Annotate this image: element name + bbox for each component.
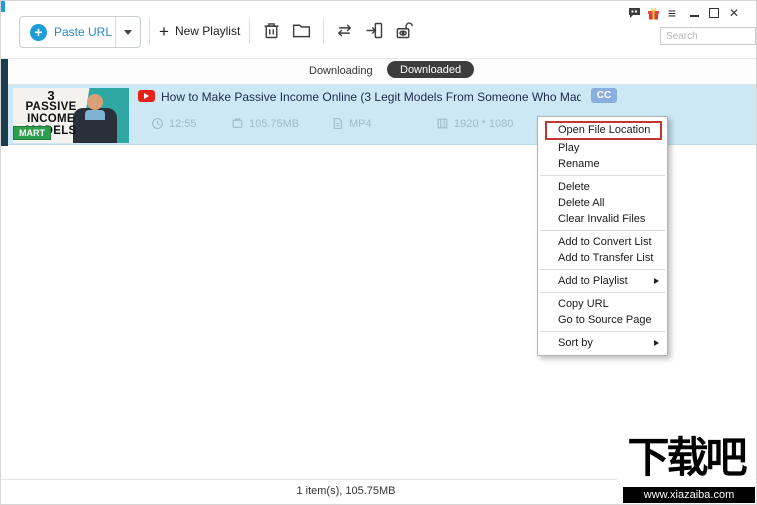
watermark-url: www.xiazaiba.com <box>623 487 755 503</box>
minimize-icon <box>690 15 699 17</box>
play-triangle-icon <box>144 93 149 99</box>
trash-icon <box>261 20 282 41</box>
menu-item-copy-url[interactable]: Copy URL <box>538 296 667 312</box>
menu-separator <box>540 331 665 332</box>
format-value: MP4 <box>349 118 372 130</box>
transfer-button[interactable] <box>364 20 385 41</box>
cc-badge[interactable]: CC <box>591 88 617 103</box>
plus-circle-icon: + <box>30 24 47 41</box>
format-field: MP4 <box>331 117 372 130</box>
toolbar-separator <box>249 18 250 44</box>
menu-item-play[interactable]: Play <box>538 140 667 156</box>
menu-separator <box>540 292 665 293</box>
menu-button[interactable]: ≡ <box>665 6 679 20</box>
menu-item-sort-by[interactable]: Sort by <box>538 335 667 351</box>
paste-url-dropdown-button[interactable] <box>115 17 140 47</box>
filesize-field: 105.75MB <box>231 117 299 130</box>
chevron-down-icon <box>124 30 132 35</box>
paste-url-button[interactable]: + Paste URL <box>19 16 141 48</box>
folder-icon <box>291 20 312 41</box>
repeat-icon <box>334 20 355 41</box>
menu-item-delete[interactable]: Delete <box>538 179 667 195</box>
minimize-button[interactable] <box>687 6 701 20</box>
menu-item-add-to-transfer-list[interactable]: Add to Transfer List <box>538 250 667 266</box>
video-thumbnail[interactable]: 3 PASSIVE INCOME MODELS MART <box>13 88 129 143</box>
tab-downloading[interactable]: Downloading <box>309 65 373 77</box>
window-corner-mark <box>1 1 5 12</box>
maximize-icon <box>709 8 719 18</box>
duration-field: 12:55 <box>151 117 197 130</box>
item-count-summary: 1 item(s), 105.75MB <box>1 485 691 497</box>
paste-url-label: Paste URL <box>54 25 112 39</box>
watermark: 下载吧 www.xiazaiba.com <box>617 441 755 503</box>
menu-item-add-to-playlist[interactable]: Add to Playlist <box>538 273 667 289</box>
resolution-value: 1920 * 1080 <box>454 118 513 130</box>
thumbnail-person-head <box>87 94 103 110</box>
new-playlist-button[interactable]: + New Playlist <box>159 16 240 46</box>
gift-icon <box>647 7 660 20</box>
feedback-button[interactable] <box>627 6 641 20</box>
lock-eye-icon <box>393 20 414 41</box>
open-folder-button[interactable] <box>291 20 312 41</box>
tab-downloaded[interactable]: Downloaded <box>387 61 474 78</box>
search-input[interactable] <box>660 27 756 45</box>
menu-separator <box>540 230 665 231</box>
delete-button[interactable] <box>261 20 282 41</box>
menu-separator <box>540 175 665 176</box>
menu-item-label: Sort by <box>558 337 593 349</box>
submenu-arrow-icon <box>654 278 659 284</box>
app-window: + Paste URL + New Playlist <box>0 0 757 505</box>
menu-item-rename[interactable]: Rename <box>538 156 667 172</box>
transfer-to-device-icon <box>364 20 385 41</box>
menu-item-delete-all[interactable]: Delete All <box>538 195 667 211</box>
close-button[interactable]: ✕ <box>727 6 741 20</box>
context-menu: Open File Location Play Rename Delete De… <box>537 116 668 356</box>
storage-icon <box>231 117 244 130</box>
menu-item-open-file-location[interactable]: Open File Location <box>545 121 662 140</box>
left-edge-stripe <box>1 59 8 146</box>
gift-button[interactable] <box>646 6 660 20</box>
file-icon <box>331 117 344 130</box>
menu-item-add-to-convert-list[interactable]: Add to Convert List <box>538 234 667 250</box>
private-space-button[interactable] <box>393 20 414 41</box>
film-icon <box>436 117 449 130</box>
plus-icon: + <box>159 23 169 40</box>
thumbnail-line: 3 <box>15 89 87 102</box>
toolbar-separator <box>323 18 324 44</box>
comment-icon <box>628 7 641 19</box>
tab-strip <box>1 59 757 85</box>
duration-value: 12:55 <box>169 118 197 130</box>
paste-url-main[interactable]: + Paste URL <box>20 24 115 41</box>
watermark-logo: 下载吧 <box>617 435 755 481</box>
clock-icon <box>151 117 164 130</box>
menu-separator <box>540 269 665 270</box>
thumbnail-line: INCOME <box>15 114 87 126</box>
menu-item-go-to-source-page[interactable]: Go to Source Page <box>538 312 667 328</box>
convert-button[interactable] <box>334 20 355 41</box>
filesize-value: 105.75MB <box>249 118 299 130</box>
menu-item-clear-invalid-files[interactable]: Clear Invalid Files <box>538 211 667 227</box>
thumbnail-tag: MART <box>13 126 51 140</box>
resolution-field: 1920 * 1080 <box>436 117 513 130</box>
maximize-button[interactable] <box>707 6 721 20</box>
submenu-arrow-icon <box>654 340 659 346</box>
toolbar-separator <box>149 18 150 44</box>
new-playlist-label: New Playlist <box>175 24 240 38</box>
thumbnail-person-shirt <box>85 110 105 120</box>
youtube-icon <box>138 90 155 102</box>
video-title: How to Make Passive Income Online (3 Leg… <box>161 90 581 104</box>
menu-item-label: Add to Playlist <box>558 275 628 287</box>
